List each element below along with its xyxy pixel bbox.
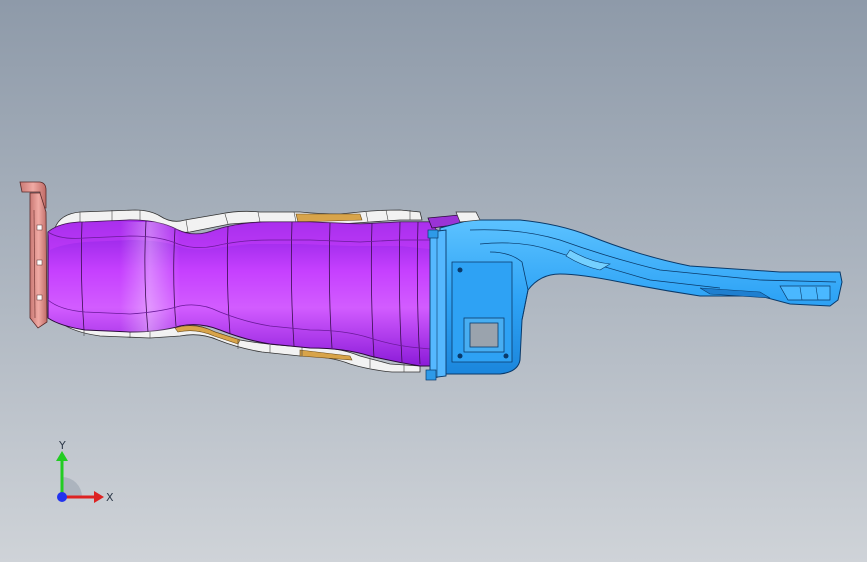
- coordinate-triad: Y X: [56, 439, 114, 504]
- 3d-model-view[interactable]: [0, 0, 867, 562]
- y-axis-label: Y: [58, 439, 66, 452]
- z-axis-dot: [57, 492, 67, 502]
- bracket-body[interactable]: [439, 219, 843, 375]
- y-axis-arrowhead: [56, 451, 68, 461]
- x-axis-label: X: [106, 491, 114, 504]
- x-axis-arrowhead: [94, 491, 104, 503]
- flange[interactable]: [19, 181, 48, 329]
- graphics-viewport[interactable]: Y X: [0, 0, 867, 562]
